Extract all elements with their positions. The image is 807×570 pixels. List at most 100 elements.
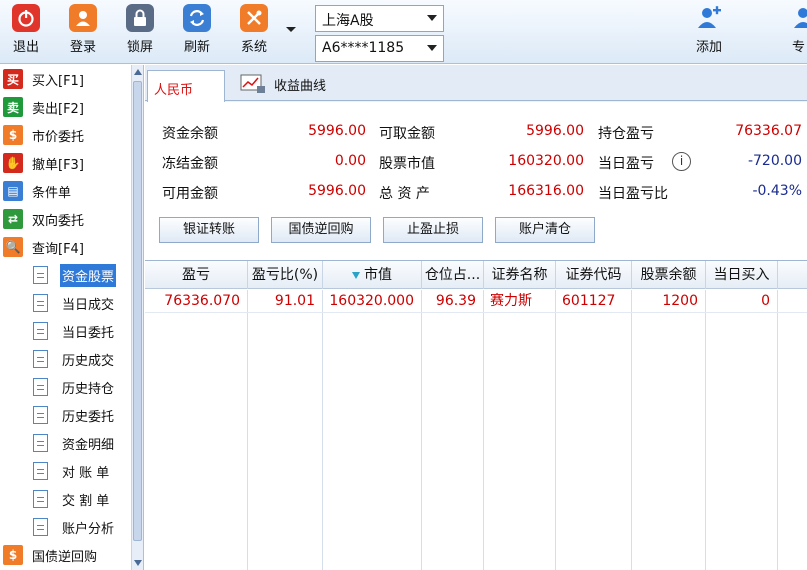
sidebar-item-two-way[interactable]: ⇄ 双向委托: [3, 206, 84, 232]
lock-screen-button[interactable]: 锁屏: [114, 4, 166, 60]
scrollbar-thumb[interactable]: [133, 81, 142, 541]
column-header-position-ratio[interactable]: 仓位占...: [422, 261, 484, 289]
document-icon: [33, 434, 48, 452]
available-amount-value: 5996.00: [308, 183, 366, 199]
user-icon: [787, 4, 807, 32]
sidebar-item-cancel[interactable]: ✋ 撤单[F3]: [3, 150, 84, 176]
chevron-down-icon: [427, 15, 437, 21]
column-divider: [421, 290, 422, 570]
column-divider: [705, 290, 706, 570]
add-button[interactable]: 添加: [682, 4, 736, 60]
login-button[interactable]: 登录: [57, 4, 109, 60]
column-header-security-code[interactable]: 证券代码: [556, 261, 632, 289]
refresh-icon: [183, 4, 211, 32]
tab-profit-curve[interactable]: 收益曲线: [240, 71, 326, 97]
sidebar-item-label: 交 割 单: [62, 493, 110, 509]
sidebar-item-history-positions[interactable]: 历史持仓: [33, 374, 116, 400]
summary-label: 股票市值: [379, 156, 435, 172]
sidebar-item-statement[interactable]: 对 账 单: [33, 458, 111, 484]
summary-label: 持仓盈亏: [598, 126, 654, 142]
money-icon: $: [3, 125, 23, 145]
chevron-down-icon: [286, 27, 296, 32]
sidebar-item-funds-stocks[interactable]: 资金股票: [33, 262, 117, 288]
column-header-today-bought[interactable]: 当日买入: [706, 261, 778, 289]
main-panel: 人民币 收益曲线 资金余额 5996.00 冻结金额 0.00 可用金额 599…: [145, 65, 807, 570]
sidebar: 买 买入[F1] 卖 卖出[F2] $ 市价委托 ✋ 撤单[F3] ▤ 条件单 …: [0, 65, 144, 570]
summary-label: 可用金额: [162, 186, 218, 202]
refresh-button[interactable]: 刷新: [171, 4, 223, 60]
exit-button[interactable]: 退出: [0, 4, 52, 60]
chevron-down-icon: [427, 45, 437, 51]
sidebar-item-today-trades[interactable]: 当日成交: [33, 290, 116, 316]
sidebar-item-label: 历史成交: [62, 353, 115, 369]
system-label: 系统: [240, 40, 267, 55]
sidebar-scrollbar[interactable]: [131, 65, 143, 570]
add-label: 添加: [695, 40, 722, 55]
market-select[interactable]: 上海A股: [315, 5, 444, 32]
cell-security-code: 601127: [562, 293, 616, 309]
column-divider: [322, 290, 323, 570]
sidebar-item-history-trades[interactable]: 历史成交: [33, 346, 116, 372]
account-select-value: A6****1185: [322, 40, 405, 56]
sidebar-item-market-order[interactable]: $ 市价委托: [3, 122, 84, 148]
column-divider: [247, 290, 248, 570]
document-icon: [33, 378, 48, 396]
row-divider: [145, 312, 807, 313]
system-button[interactable]: 系统: [228, 4, 280, 60]
stock-market-value: 160320.00: [508, 153, 584, 169]
sell-icon: 卖: [3, 97, 23, 117]
sidebar-item-label: 历史委托: [62, 409, 115, 425]
summary-label: 当日盈亏比: [598, 186, 668, 202]
sidebar-item-settlement[interactable]: 交 割 单: [33, 486, 111, 512]
today-pnl-value: -720.00: [747, 153, 802, 169]
account-summary: 资金余额 5996.00 冻结金额 0.00 可用金额 5996.00 可取金额…: [145, 102, 807, 260]
stop-profit-loss-button[interactable]: 止盈止损: [383, 217, 483, 243]
market-select-value: 上海A股: [322, 13, 374, 29]
sidebar-item-label: 账户分析: [62, 521, 115, 537]
buy-icon: 买: [3, 69, 23, 89]
column-header-security-name[interactable]: 证券名称: [484, 261, 556, 289]
toolbar-more-dropdown[interactable]: [284, 22, 298, 36]
sidebar-item-label: 国债逆回购: [32, 549, 98, 565]
info-icon[interactable]: i: [672, 152, 691, 171]
column-divider: [777, 290, 778, 570]
today-pnl-ratio-value: -0.43%: [752, 183, 802, 199]
column-header-pnl-ratio[interactable]: 盈亏比(%): [248, 261, 323, 289]
conditional-order-icon: ▤: [3, 181, 23, 201]
sidebar-item-query[interactable]: 🔍 查询[F4]: [3, 234, 84, 260]
special-button[interactable]: 专: [783, 4, 807, 60]
scroll-down-arrow-icon[interactable]: [134, 560, 142, 566]
user-icon: [69, 4, 97, 32]
column-header-market-value[interactable]: 市值: [323, 261, 422, 289]
sidebar-item-reverse-repo[interactable]: $ 国债逆回购: [3, 542, 97, 568]
scroll-up-arrow-icon[interactable]: [134, 69, 142, 75]
special-label: 专: [792, 40, 806, 55]
column-header-stock-balance[interactable]: 股票余额: [632, 261, 706, 289]
sidebar-item-label: 历史持仓: [62, 381, 115, 397]
sidebar-item-sell[interactable]: 卖 卖出[F2]: [3, 94, 84, 120]
sidebar-item-buy[interactable]: 买 买入[F1]: [3, 66, 84, 92]
summary-label: 当日盈亏: [598, 156, 654, 172]
column-header-pnl[interactable]: 盈亏: [145, 261, 248, 289]
sidebar-item-today-orders[interactable]: 当日委托: [33, 318, 116, 344]
sidebar-item-history-orders[interactable]: 历史委托: [33, 402, 116, 428]
cell-market-value: 160320.000: [329, 293, 414, 309]
account-select[interactable]: A6****1185: [315, 35, 444, 62]
tab-profit-curve-label: 收益曲线: [274, 78, 327, 94]
sidebar-item-account-analysis[interactable]: 账户分析: [33, 514, 116, 540]
tab-rmb[interactable]: 人民币: [147, 70, 225, 102]
cell-security-name: 赛力斯: [490, 293, 532, 309]
summary-label: 总 资 产: [379, 186, 430, 202]
bank-transfer-button[interactable]: 银证转账: [159, 217, 259, 243]
login-label: 登录: [69, 40, 96, 55]
sidebar-item-fund-details[interactable]: 资金明细: [33, 430, 116, 456]
reverse-repo-button[interactable]: 国债逆回购: [271, 217, 371, 243]
sidebar-item-label: 双向委托: [32, 213, 85, 229]
tab-bar: 人民币 收益曲线: [145, 65, 807, 102]
column-header-label: 市值: [364, 267, 392, 283]
sort-desc-icon: [352, 271, 360, 279]
clear-positions-button[interactable]: 账户清仓: [495, 217, 595, 243]
sidebar-item-label: 资金股票: [60, 263, 117, 287]
sidebar-item-conditional[interactable]: ▤ 条件单: [3, 178, 71, 204]
money-icon: $: [3, 545, 23, 565]
